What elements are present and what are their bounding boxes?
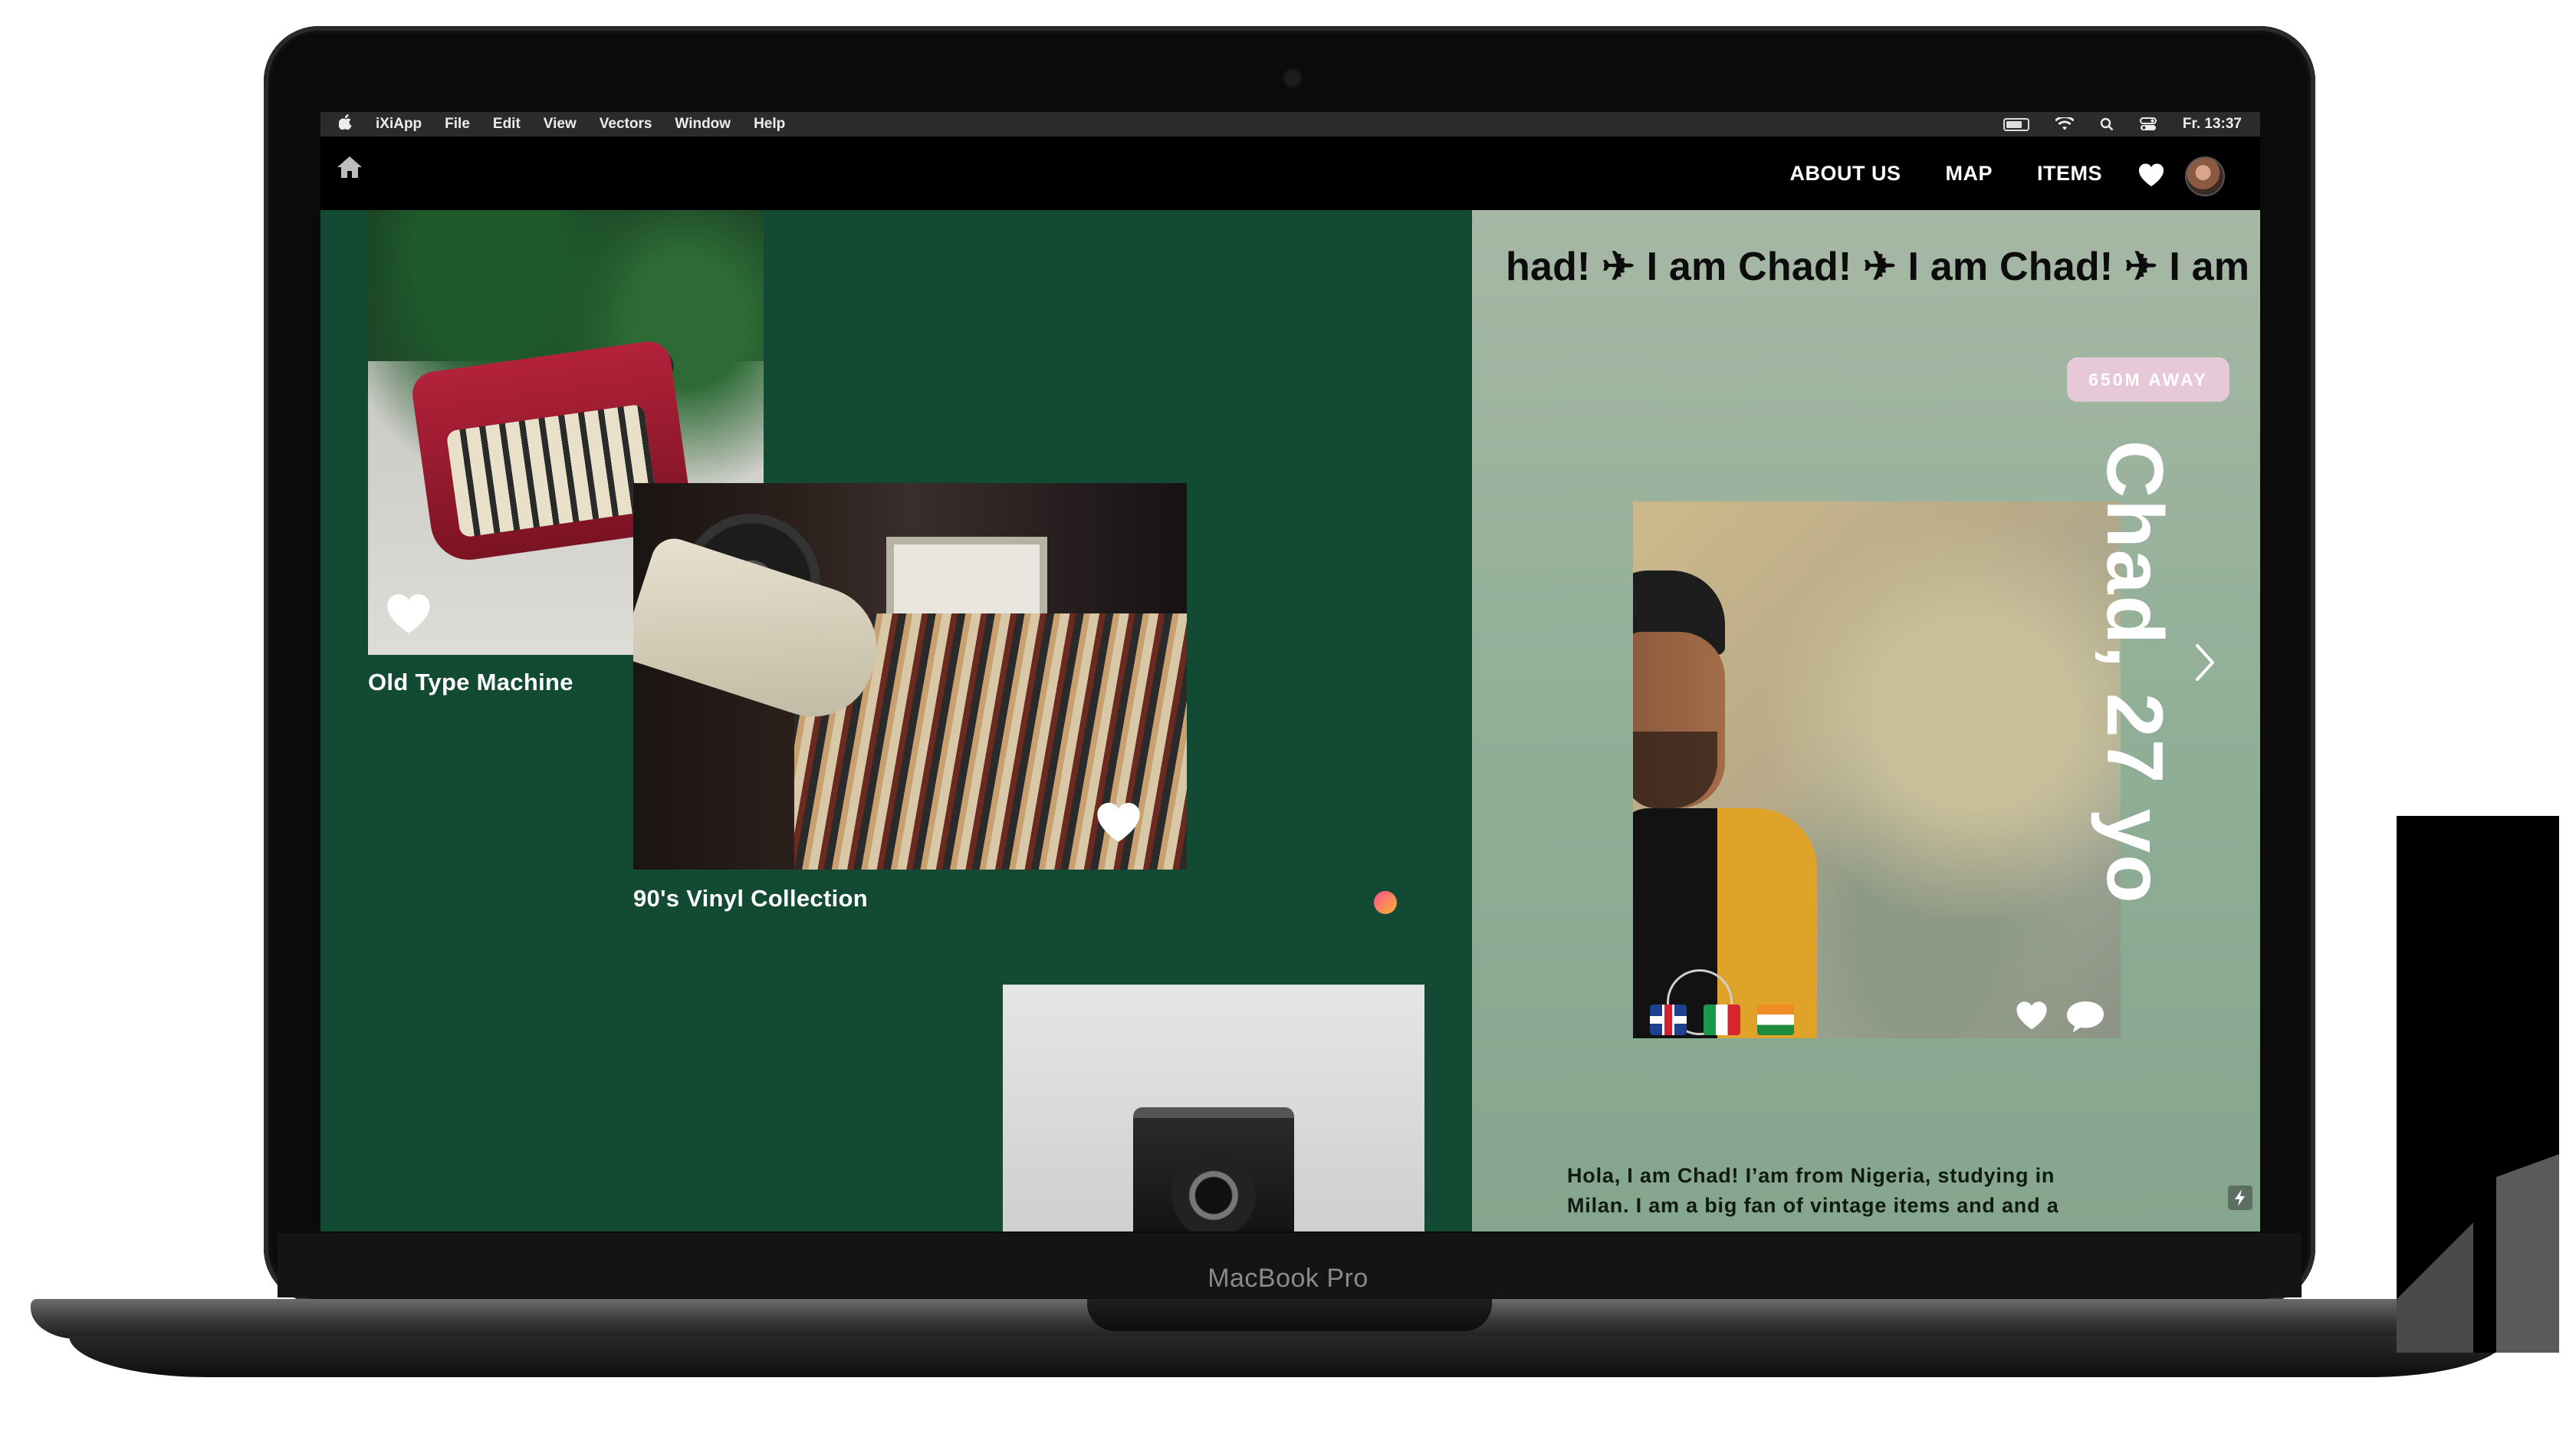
search-icon[interactable]: [2100, 117, 2114, 131]
chevron-right-icon[interactable]: [2191, 640, 2219, 686]
card-title[interactable]: Old Type Machine: [368, 669, 573, 696]
control-center-icon[interactable]: [2139, 117, 2157, 131]
app-navbar: ABOUT US MAP ITEMS: [320, 136, 2260, 210]
bolt-icon[interactable]: [2228, 1185, 2252, 1210]
battery-icon[interactable]: [2003, 117, 2029, 131]
flag-niger-icon[interactable]: [1757, 1005, 1794, 1035]
flag-uk-icon[interactable]: [1650, 1005, 1687, 1035]
menu-item-window[interactable]: Window: [675, 116, 731, 133]
laptop-base-bottom: [69, 1336, 2507, 1377]
decorative-shard: [2397, 1169, 2473, 1353]
status-dot: [1374, 891, 1397, 914]
profile-heart-icon[interactable]: [2015, 1000, 2049, 1031]
photo-detail: [1171, 1153, 1256, 1231]
heart-icon[interactable]: [2137, 163, 2165, 187]
profile-photo[interactable]: [1633, 501, 2121, 1038]
profile-panel: had! ✈ I am Chad! ✈ I am Chad! ✈ I am C …: [1472, 210, 2260, 1231]
home-icon[interactable]: [334, 152, 365, 183]
nav-about-us[interactable]: ABOUT US: [1789, 162, 1901, 186]
webcam: [1285, 71, 1300, 86]
laptop-notch: [1087, 1299, 1492, 1331]
card-heart-icon[interactable]: [1095, 801, 1142, 843]
menu-item-edit[interactable]: Edit: [493, 116, 521, 133]
card-heart-icon[interactable]: [385, 592, 432, 635]
nav-links: ABOUT US MAP ITEMS: [1789, 136, 2102, 210]
apple-icon[interactable]: [338, 114, 353, 134]
language-flags: [1650, 1005, 1794, 1035]
profile-name-age: Chad, 27 yo: [2090, 440, 2179, 905]
menu-item-view[interactable]: View: [544, 116, 577, 133]
distance-badge: 650M AWAY: [2067, 357, 2229, 402]
greeting-marquee: had! ✈ I am Chad! ✈ I am Chad! ✈ I am C: [1506, 245, 2260, 289]
decorative-shard: [2496, 1092, 2559, 1353]
avatar[interactable]: [2185, 156, 2225, 196]
menubar-clock[interactable]: Fr. 13:37: [2183, 116, 2242, 133]
items-feed: Old Type Machine 90's Vinyl Collection: [320, 210, 1472, 1231]
decorative-side-block: [2397, 816, 2559, 1353]
nav-items[interactable]: ITEMS: [2037, 162, 2102, 186]
wifi-icon[interactable]: [2055, 117, 2074, 131]
menu-item-vectors[interactable]: Vectors: [600, 116, 652, 133]
flag-italy-icon[interactable]: [1704, 1005, 1740, 1035]
chat-bubble-icon[interactable]: [2065, 1000, 2105, 1034]
menu-item-file[interactable]: File: [445, 116, 470, 133]
card-photo-camera[interactable]: [1003, 985, 1424, 1231]
screen: iXiApp File Edit View Vectors Window Hel…: [320, 112, 2260, 1231]
card-title[interactable]: 90's Vinyl Collection: [633, 885, 868, 913]
model-label: MacBook Pro: [1208, 1264, 1368, 1293]
menubar: iXiApp File Edit View Vectors Window Hel…: [320, 112, 2260, 136]
nav-map[interactable]: MAP: [1945, 162, 1993, 186]
menu-item-help[interactable]: Help: [754, 116, 785, 133]
profile-bio: Hola, I am Chad! I’am from Nigeria, stud…: [1567, 1164, 2059, 1217]
menu-item-app[interactable]: iXiApp: [376, 116, 422, 133]
